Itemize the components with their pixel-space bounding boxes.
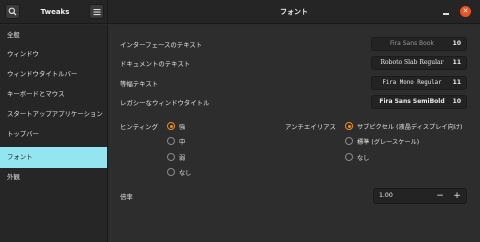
hinting-option-slight[interactable]: 弱 — [167, 152, 185, 162]
sidebar-item-appearance[interactable]: 外観 — [0, 167, 107, 188]
minimize-button[interactable] — [441, 7, 451, 17]
document-font-name: Roboto Slab Regular — [380, 59, 444, 66]
scaling-factor-spinbutton[interactable]: 1.00 − + — [373, 188, 467, 204]
header-bar: Tweaks フォント ✕ — [0, 0, 480, 24]
legacy-title-font-button[interactable]: Fira Sans SemiBold 10 — [371, 95, 467, 109]
hinting-option-label: 中 — [179, 138, 186, 146]
antialiasing-label: アンチエイリアス — [285, 123, 336, 131]
legacy-title-font-name: Fira Sans SemiBold — [379, 98, 445, 105]
hinting-option-label: 強 — [179, 123, 186, 131]
minimize-icon — [443, 13, 449, 15]
close-button[interactable]: ✕ — [460, 6, 471, 17]
page-title: フォント — [280, 8, 308, 16]
close-icon: ✕ — [462, 7, 469, 15]
antialiasing-option-label: なし — [357, 154, 370, 162]
hinting-option-full[interactable]: 強 — [167, 121, 185, 131]
radio-indicator — [345, 153, 353, 161]
interface-text-label: インターフェースのテキスト — [120, 41, 203, 49]
hinting-option-label: なし — [179, 169, 192, 177]
sidebar-header: Tweaks — [0, 0, 108, 24]
antialiasing-option-label: サブピクセル (液晶ディスプレイ向け) — [357, 123, 463, 131]
radio-indicator — [167, 137, 175, 145]
radio-indicator — [167, 122, 175, 130]
sidebar-item-startup-apps[interactable]: スタートアップアプリケーション — [0, 104, 107, 125]
hinting-option-label: 弱 — [179, 154, 186, 162]
antialiasing-option-standard[interactable]: 標準 (グレースケール) — [345, 136, 419, 146]
app-title: Tweaks — [40, 8, 70, 16]
interface-font-button[interactable]: Fira Sans Book 10 — [371, 37, 467, 51]
legacy-title-font-size: 10 — [452, 98, 461, 105]
search-button[interactable] — [5, 4, 20, 19]
radio-indicator — [167, 168, 175, 176]
scaling-factor-value[interactable]: 1.00 — [379, 189, 393, 203]
antialiasing-option-none[interactable]: なし — [345, 152, 369, 162]
search-icon — [8, 7, 17, 16]
increase-button[interactable]: + — [449, 189, 465, 203]
decrease-button[interactable]: − — [432, 189, 448, 203]
monospace-text-label: 等幅テキスト — [120, 80, 159, 88]
hinting-option-none[interactable]: なし — [167, 167, 191, 177]
monospace-font-name: Fira Mono Regular — [382, 80, 442, 86]
interface-font-size: 10 — [452, 40, 461, 47]
hinting-label: ヒンティング — [120, 123, 158, 131]
radio-indicator — [167, 153, 175, 161]
hamburger-icon — [93, 8, 100, 15]
sidebar-item-keyboard-mouse[interactable]: キーボードとマウス — [0, 84, 107, 105]
hinting-option-medium[interactable]: 中 — [167, 136, 185, 146]
legacy-window-title-label: レガシーなウィンドウタイトル — [120, 99, 210, 107]
sidebar-item-fonts[interactable]: フォント — [0, 147, 107, 168]
monospace-font-size: 11 — [452, 79, 461, 86]
interface-font-name: Fira Sans Book — [390, 40, 434, 47]
monospace-font-button[interactable]: Fira Mono Regular 11 — [371, 76, 467, 90]
document-font-button[interactable]: Roboto Slab Regular 11 — [371, 56, 467, 70]
scaling-factor-label: 倍率 — [120, 193, 133, 201]
menu-button[interactable] — [89, 4, 104, 19]
fonts-panel: インターフェースのテキスト Fira Sans Book 10 ドキュメントのテ… — [109, 25, 480, 242]
sidebar-item-general[interactable]: 全般 — [0, 25, 107, 46]
sidebar-item-top-bar[interactable]: トップバー — [0, 124, 107, 145]
radio-indicator — [345, 137, 353, 145]
sidebar-item-windows[interactable]: ウィンドウ — [0, 44, 107, 65]
sidebar: 全般 ウィンドウ ウィンドウタイトルバー キーボードとマウス スタートアップアプ… — [0, 25, 108, 242]
radio-indicator — [345, 122, 353, 130]
antialiasing-option-subpixel[interactable]: サブピクセル (液晶ディスプレイ向け) — [345, 121, 462, 131]
document-text-label: ドキュメントのテキスト — [120, 60, 191, 68]
antialiasing-option-label: 標準 (グレースケール) — [357, 138, 420, 146]
document-font-size: 11 — [452, 59, 461, 66]
sidebar-item-window-titlebars[interactable]: ウィンドウタイトルバー — [0, 64, 107, 85]
